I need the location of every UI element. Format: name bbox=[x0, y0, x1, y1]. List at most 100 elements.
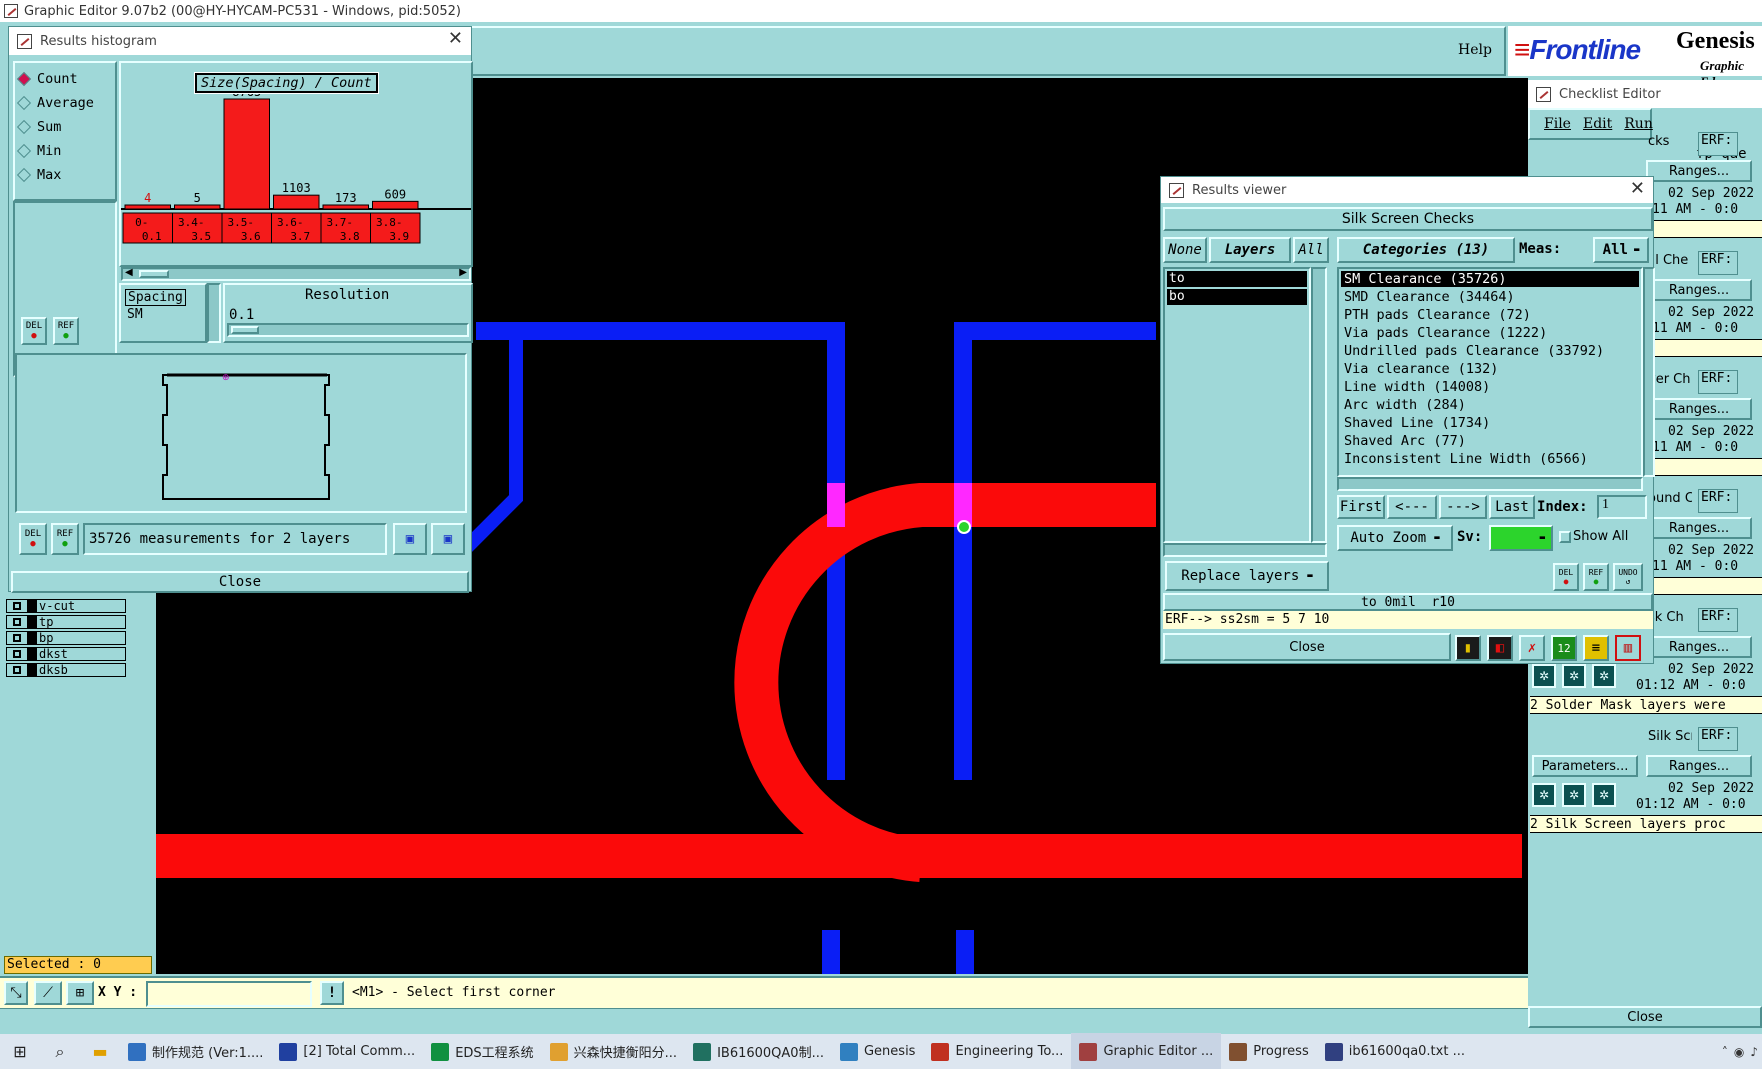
tool-icon-2[interactable]: ⟋ bbox=[34, 981, 62, 1005]
layer-row[interactable]: dkst bbox=[6, 646, 126, 662]
tool-cancel-icon[interactable]: ✗ bbox=[1519, 635, 1545, 661]
histogram-bar[interactable] bbox=[223, 98, 270, 210]
histogram-bar[interactable] bbox=[322, 204, 369, 210]
run-action-icon[interactable]: ✲ bbox=[1592, 664, 1616, 688]
ref-button-2[interactable]: REF ● bbox=[51, 523, 79, 555]
autozoom-select[interactable]: Auto Zoom ▬ bbox=[1337, 525, 1453, 551]
viewer-ref-button[interactable]: REF ● bbox=[1583, 563, 1609, 591]
spacing-scroll[interactable] bbox=[207, 283, 221, 343]
histogram-bar[interactable] bbox=[372, 200, 419, 210]
del-button-2[interactable]: DEL ● bbox=[19, 523, 47, 555]
network-icon[interactable]: ◉ bbox=[1734, 1045, 1744, 1059]
parameters-button[interactable]: Parameters... bbox=[1532, 755, 1638, 777]
explorer-icon[interactable]: ▬ bbox=[80, 1042, 120, 1061]
tool-yellow-icon[interactable]: ▮ bbox=[1455, 635, 1481, 661]
category-item[interactable]: PTH pads Clearance (72) bbox=[1341, 307, 1639, 323]
viewer-close-button[interactable]: Close bbox=[1163, 633, 1451, 661]
category-item[interactable]: Line width (14008) bbox=[1341, 379, 1639, 395]
mode-option-max[interactable]: Max bbox=[16, 163, 94, 187]
search-icon[interactable]: ⌕ bbox=[40, 1042, 80, 1062]
viewer-undo-button[interactable]: UNDO ↺ bbox=[1613, 563, 1643, 591]
del-button[interactable]: DEL ● bbox=[21, 317, 47, 345]
ranges-button[interactable]: Ranges... bbox=[1646, 636, 1752, 658]
categories-hscroll[interactable] bbox=[1337, 477, 1643, 491]
viewer-layer-item[interactable]: bo bbox=[1167, 289, 1307, 305]
layer-checkbox[interactable] bbox=[6, 599, 28, 613]
category-item[interactable]: Arc width (284) bbox=[1341, 397, 1639, 413]
tool-counter-icon[interactable]: 12 bbox=[1551, 635, 1577, 661]
histogram-bar[interactable] bbox=[273, 194, 320, 210]
ranges-button[interactable]: Ranges... bbox=[1646, 755, 1752, 777]
xy-input[interactable] bbox=[146, 981, 312, 1007]
taskbar-item[interactable]: ib61600qa0.txt ... bbox=[1317, 1033, 1473, 1069]
category-item[interactable]: SM Clearance (35726) bbox=[1341, 271, 1639, 287]
mode-option-min[interactable]: Min bbox=[16, 139, 94, 163]
taskbar-item[interactable]: Genesis bbox=[832, 1033, 923, 1069]
export-icon-1[interactable]: ▣ bbox=[393, 523, 427, 555]
layers-hscroll[interactable] bbox=[1163, 543, 1327, 557]
tool-red-icon[interactable]: ◧ bbox=[1487, 635, 1513, 661]
alert-icon[interactable]: ! bbox=[320, 981, 344, 1005]
category-item[interactable]: Via pads Clearance (1222) bbox=[1341, 325, 1639, 341]
taskbar-item[interactable]: Graphic Editor ... bbox=[1071, 1032, 1222, 1069]
category-item[interactable]: SMD Clearance (34464) bbox=[1341, 289, 1639, 305]
mode-option-count[interactable]: Count bbox=[16, 67, 94, 91]
next-button[interactable]: ---> bbox=[1439, 495, 1487, 519]
replace-layers-button[interactable]: Replace layers ▬ bbox=[1165, 561, 1329, 591]
layer-row[interactable]: tp bbox=[6, 614, 126, 630]
layer-checkbox[interactable] bbox=[6, 631, 28, 645]
histogram-scrollbar[interactable]: ◀ ▶ bbox=[121, 267, 471, 281]
run-action-icon[interactable]: ✲ bbox=[1562, 783, 1586, 807]
chevron-up-icon[interactable]: ˄ bbox=[1722, 1045, 1728, 1059]
scroll-right-icon[interactable]: ▶ bbox=[459, 267, 467, 278]
menu-edit[interactable]: Edit bbox=[1583, 116, 1612, 132]
category-item[interactable]: Shaved Arc (77) bbox=[1341, 433, 1639, 449]
show-all-checkbox[interactable] bbox=[1559, 531, 1571, 543]
taskbar-item[interactable]: 制作规范 (Ver:1.... bbox=[120, 1033, 271, 1069]
mode-option-average[interactable]: Average bbox=[16, 91, 94, 115]
ranges-button[interactable]: Ranges... bbox=[1646, 398, 1752, 420]
index-input[interactable]: 1 bbox=[1597, 495, 1647, 519]
taskbar-item[interactable]: Progress bbox=[1221, 1033, 1316, 1069]
histogram-bar[interactable] bbox=[174, 204, 221, 210]
layers-none-button[interactable]: None bbox=[1163, 237, 1207, 263]
tool-chart-icon[interactable]: ▥ bbox=[1615, 635, 1641, 661]
spacing-box[interactable]: Spacing SM bbox=[119, 283, 207, 343]
layer-row[interactable]: bp bbox=[6, 630, 126, 646]
layer-checkbox[interactable] bbox=[6, 663, 28, 677]
ranges-button[interactable]: Ranges... bbox=[1646, 517, 1752, 539]
close-icon[interactable]: ✕ bbox=[1630, 178, 1645, 199]
menu-help[interactable]: Help bbox=[1458, 42, 1492, 58]
taskbar-item[interactable]: EDS工程系统 bbox=[423, 1033, 541, 1069]
layer-checkbox[interactable] bbox=[6, 647, 28, 661]
mode-option-sum[interactable]: Sum bbox=[16, 115, 94, 139]
taskbar-item[interactable]: 兴森快捷衡阳分... bbox=[542, 1033, 685, 1069]
ref-button[interactable]: REF ● bbox=[53, 317, 79, 345]
sv-color-select[interactable]: ▬ bbox=[1489, 525, 1553, 551]
category-item[interactable]: Inconsistent Line Width (6566) bbox=[1341, 451, 1639, 467]
tool-notes-icon[interactable]: ≡ bbox=[1583, 635, 1609, 661]
meas-select[interactable]: All ▬ bbox=[1593, 237, 1649, 263]
export-icon-2[interactable]: ▣ bbox=[431, 523, 465, 555]
histogram-bar[interactable] bbox=[124, 204, 171, 210]
ranges-button[interactable]: Ranges... bbox=[1646, 279, 1752, 301]
layers-all-button[interactable]: All bbox=[1293, 237, 1329, 263]
checklist-close-button[interactable]: Close bbox=[1528, 1006, 1762, 1028]
taskbar-item[interactable]: [2] Total Comm... bbox=[271, 1033, 423, 1069]
close-icon[interactable]: ✕ bbox=[448, 28, 463, 49]
ranges-button[interactable]: Ranges... bbox=[1646, 160, 1752, 182]
viewer-del-button[interactable]: DEL ● bbox=[1553, 563, 1579, 591]
layer-checkbox[interactable] bbox=[6, 615, 28, 629]
volume-icon[interactable]: ♪ bbox=[1750, 1045, 1758, 1059]
taskbar-item[interactable]: Engineering To... bbox=[923, 1033, 1071, 1069]
last-button[interactable]: Last bbox=[1489, 495, 1535, 519]
tool-icon-1[interactable]: ⤡ bbox=[4, 981, 28, 1005]
run-action-icon[interactable]: ✲ bbox=[1532, 783, 1556, 807]
category-item[interactable]: Via clearance (132) bbox=[1341, 361, 1639, 377]
menu-file[interactable]: File bbox=[1544, 116, 1571, 132]
first-button[interactable]: First bbox=[1337, 495, 1385, 519]
grid-icon[interactable]: ⊞ bbox=[66, 981, 94, 1005]
check-row[interactable]: Parameters... Silk Screen Che ERF: Ranges..… bbox=[1528, 727, 1762, 869]
category-item[interactable]: Undrilled pads Clearance (33792) bbox=[1341, 343, 1639, 359]
run-action-icon[interactable]: ✲ bbox=[1532, 664, 1556, 688]
